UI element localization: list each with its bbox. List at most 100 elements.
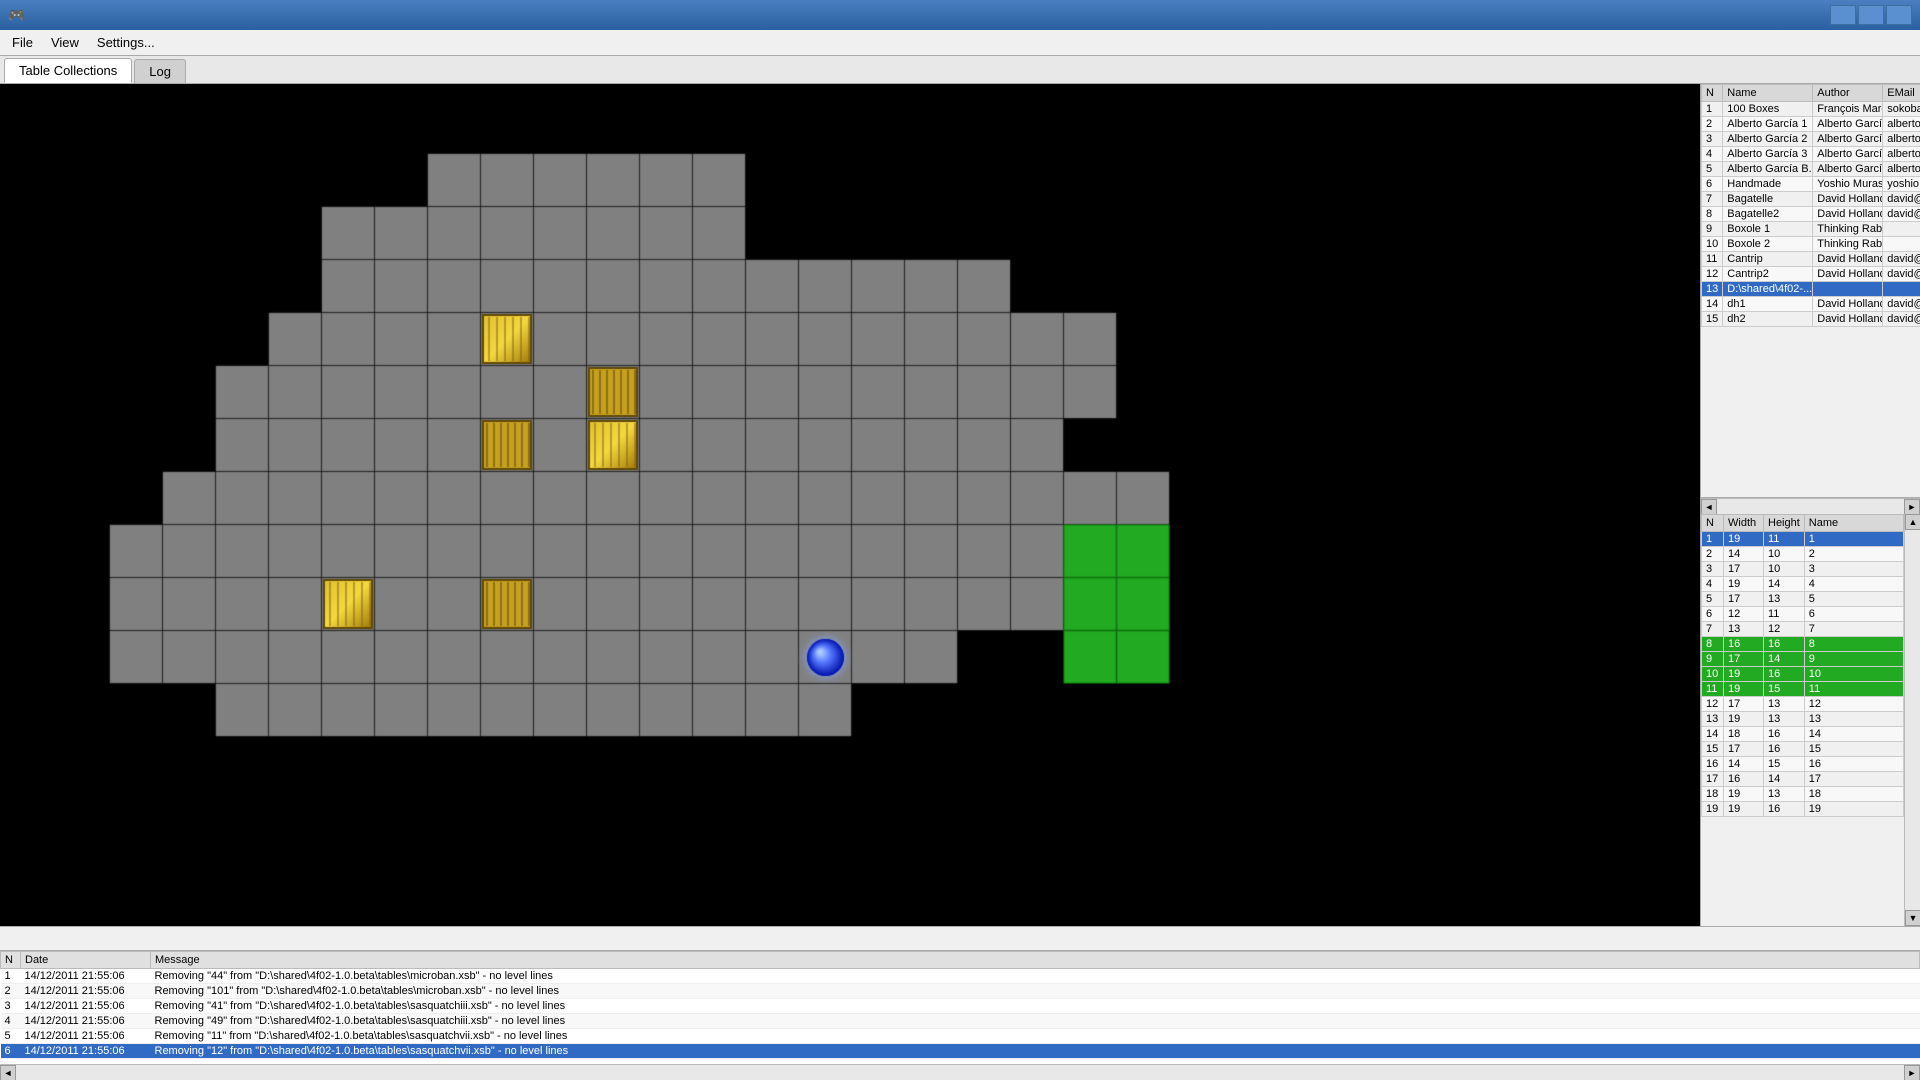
maximize-button[interactable] bbox=[1858, 5, 1884, 25]
level-row[interactable]: 3 17 10 3 bbox=[1702, 561, 1904, 576]
level-height: 11 bbox=[1764, 531, 1805, 546]
level-row[interactable]: 10 19 16 10 bbox=[1702, 666, 1904, 681]
coll-author bbox=[1813, 282, 1883, 297]
collection-row[interactable]: 11 Cantrip David Holland david@ bbox=[1702, 252, 1920, 267]
level-row[interactable]: 14 18 16 14 bbox=[1702, 726, 1904, 741]
minimize-button[interactable] bbox=[1830, 5, 1856, 25]
collection-row[interactable]: 9 Boxole 1 Thinking Rabbit,... bbox=[1702, 222, 1920, 237]
collection-row[interactable]: 6 Handmade Yoshio Murase yoshio bbox=[1702, 177, 1920, 192]
collections-table-wrap[interactable]: N Name Author EMail 1 100 Boxes François… bbox=[1701, 84, 1920, 498]
level-height: 16 bbox=[1764, 801, 1805, 816]
collection-row[interactable]: 13 D:\shared\4f02-... bbox=[1702, 282, 1920, 297]
level-row[interactable]: 1 19 11 1 bbox=[1702, 531, 1904, 546]
level-row[interactable]: 2 14 10 2 bbox=[1702, 546, 1904, 561]
log-row[interactable]: 6 14/12/2011 21:55:06 Removing "12" from… bbox=[1, 1044, 1920, 1059]
tab-log[interactable]: Log bbox=[134, 59, 186, 83]
collection-row[interactable]: 10 Boxole 2 Thinking Rabbit,... bbox=[1702, 237, 1920, 252]
level-height: 11 bbox=[1764, 606, 1805, 621]
menu-view[interactable]: View bbox=[43, 32, 87, 53]
collection-row[interactable]: 2 Alberto García 1 Alberto García albert… bbox=[1702, 117, 1920, 132]
log-row[interactable]: 4 14/12/2011 21:55:06 Removing "49" from… bbox=[1, 1014, 1920, 1029]
level-name: 4 bbox=[1804, 576, 1903, 591]
log-date: 14/12/2011 21:55:06 bbox=[21, 1044, 151, 1059]
level-name: 17 bbox=[1804, 771, 1903, 786]
scroll-right-btn[interactable]: ► bbox=[1904, 499, 1920, 515]
log-date: 14/12/2011 21:55:06 bbox=[21, 1029, 151, 1044]
levels-table-wrap[interactable]: N Width Height Name 1 19 11 1 2 14 10 2 … bbox=[1701, 514, 1904, 927]
log-scroll-right[interactable]: ► bbox=[1904, 1065, 1920, 1080]
level-row[interactable]: 15 17 16 15 bbox=[1702, 741, 1904, 756]
coll-name: Handmade bbox=[1723, 177, 1813, 192]
titlebar: 🎮 bbox=[0, 0, 1920, 30]
level-n: 15 bbox=[1702, 741, 1724, 756]
level-n: 18 bbox=[1702, 786, 1724, 801]
close-button[interactable] bbox=[1886, 5, 1912, 25]
level-row[interactable]: 6 12 11 6 bbox=[1702, 606, 1904, 621]
level-width: 12 bbox=[1724, 606, 1764, 621]
menu-file[interactable]: File bbox=[4, 32, 41, 53]
log-n: 2 bbox=[1, 984, 21, 999]
levels-tbody: 1 19 11 1 2 14 10 2 3 17 10 3 4 19 14 4 … bbox=[1702, 531, 1904, 816]
log-row[interactable]: 1 14/12/2011 21:55:06 Removing "44" from… bbox=[1, 969, 1920, 984]
coll-email: alberto bbox=[1883, 162, 1920, 177]
level-row[interactable]: 5 17 13 5 bbox=[1702, 591, 1904, 606]
log-hscroll[interactable]: ◄ ► bbox=[0, 1064, 1920, 1080]
tab-table-collections[interactable]: Table Collections bbox=[4, 58, 132, 83]
log-row[interactable]: 2 14/12/2011 21:55:06 Removing "101" fro… bbox=[1, 984, 1920, 999]
level-row[interactable]: 7 13 12 7 bbox=[1702, 621, 1904, 636]
coll-n: 15 bbox=[1702, 312, 1723, 327]
coll-name: dh1 bbox=[1723, 297, 1813, 312]
coll-email: alberto bbox=[1883, 117, 1920, 132]
level-row[interactable]: 13 19 13 13 bbox=[1702, 711, 1904, 726]
collections-hscroll[interactable]: ◄ ► bbox=[1701, 498, 1920, 514]
level-width: 18 bbox=[1724, 726, 1764, 741]
level-row[interactable]: 18 19 13 18 bbox=[1702, 786, 1904, 801]
level-width: 14 bbox=[1724, 756, 1764, 771]
level-row[interactable]: 9 17 14 9 bbox=[1702, 651, 1904, 666]
coll-email bbox=[1883, 237, 1920, 252]
level-col-n: N bbox=[1702, 514, 1724, 531]
level-height: 15 bbox=[1764, 681, 1805, 696]
level-row[interactable]: 12 17 13 12 bbox=[1702, 696, 1904, 711]
log-row[interactable]: 3 14/12/2011 21:55:06 Removing "41" from… bbox=[1, 999, 1920, 1014]
level-row[interactable]: 19 19 16 19 bbox=[1702, 801, 1904, 816]
log-row[interactable]: 5 14/12/2011 21:55:06 Removing "11" from… bbox=[1, 1029, 1920, 1044]
scroll-left-btn[interactable]: ◄ bbox=[1701, 499, 1717, 515]
levels-vscroll[interactable]: ▲ ▼ bbox=[1904, 514, 1920, 927]
log-scroll-left[interactable]: ◄ bbox=[0, 1065, 16, 1080]
menu-settings[interactable]: Settings... bbox=[89, 32, 163, 53]
collection-row[interactable]: 14 dh1 David Holland david@ bbox=[1702, 297, 1920, 312]
log-n: 5 bbox=[1, 1029, 21, 1044]
level-row[interactable]: 4 19 14 4 bbox=[1702, 576, 1904, 591]
collection-row[interactable]: 4 Alberto García 3 Alberto García albert… bbox=[1702, 147, 1920, 162]
log-n: 3 bbox=[1, 999, 21, 1014]
coll-author: Thinking Rabbit,... bbox=[1813, 222, 1883, 237]
collection-row[interactable]: 8 Bagatelle2 David Holland david@ bbox=[1702, 207, 1920, 222]
level-n: 2 bbox=[1702, 546, 1724, 561]
collection-row[interactable]: 3 Alberto García 2 Alberto García albert… bbox=[1702, 132, 1920, 147]
level-height: 10 bbox=[1764, 561, 1805, 576]
coll-n: 9 bbox=[1702, 222, 1723, 237]
collection-row[interactable]: 1 100 Boxes François Marques sokoba bbox=[1702, 102, 1920, 117]
collection-row[interactable]: 15 dh2 David Holland david@ bbox=[1702, 312, 1920, 327]
coll-author: Alberto García bbox=[1813, 132, 1883, 147]
level-row[interactable]: 16 14 15 16 bbox=[1702, 756, 1904, 771]
level-row[interactable]: 11 19 15 11 bbox=[1702, 681, 1904, 696]
scroll-up-btn[interactable]: ▲ bbox=[1905, 514, 1920, 530]
coll-author: Yoshio Murase bbox=[1813, 177, 1883, 192]
log-scroll-track bbox=[16, 1065, 1904, 1080]
level-height: 13 bbox=[1764, 786, 1805, 801]
level-name: 16 bbox=[1804, 756, 1903, 771]
coll-name: 100 Boxes bbox=[1723, 102, 1813, 117]
collection-row[interactable]: 12 Cantrip2 David Holland david@ bbox=[1702, 267, 1920, 282]
collection-row[interactable]: 7 Bagatelle David Holland david@ bbox=[1702, 192, 1920, 207]
level-col-height: Height bbox=[1764, 514, 1805, 531]
coll-author: David Holland bbox=[1813, 267, 1883, 282]
collection-row[interactable]: 5 Alberto García B... Alberto García alb… bbox=[1702, 162, 1920, 177]
level-row[interactable]: 8 16 16 8 bbox=[1702, 636, 1904, 651]
scroll-down-btn[interactable]: ▼ bbox=[1905, 910, 1920, 926]
level-row[interactable]: 17 16 14 17 bbox=[1702, 771, 1904, 786]
coll-name: D:\shared\4f02-... bbox=[1723, 282, 1813, 297]
log-wrap[interactable]: N Date Message 1 14/12/2011 21:55:06 Rem… bbox=[0, 951, 1920, 1064]
level-n: 4 bbox=[1702, 576, 1724, 591]
